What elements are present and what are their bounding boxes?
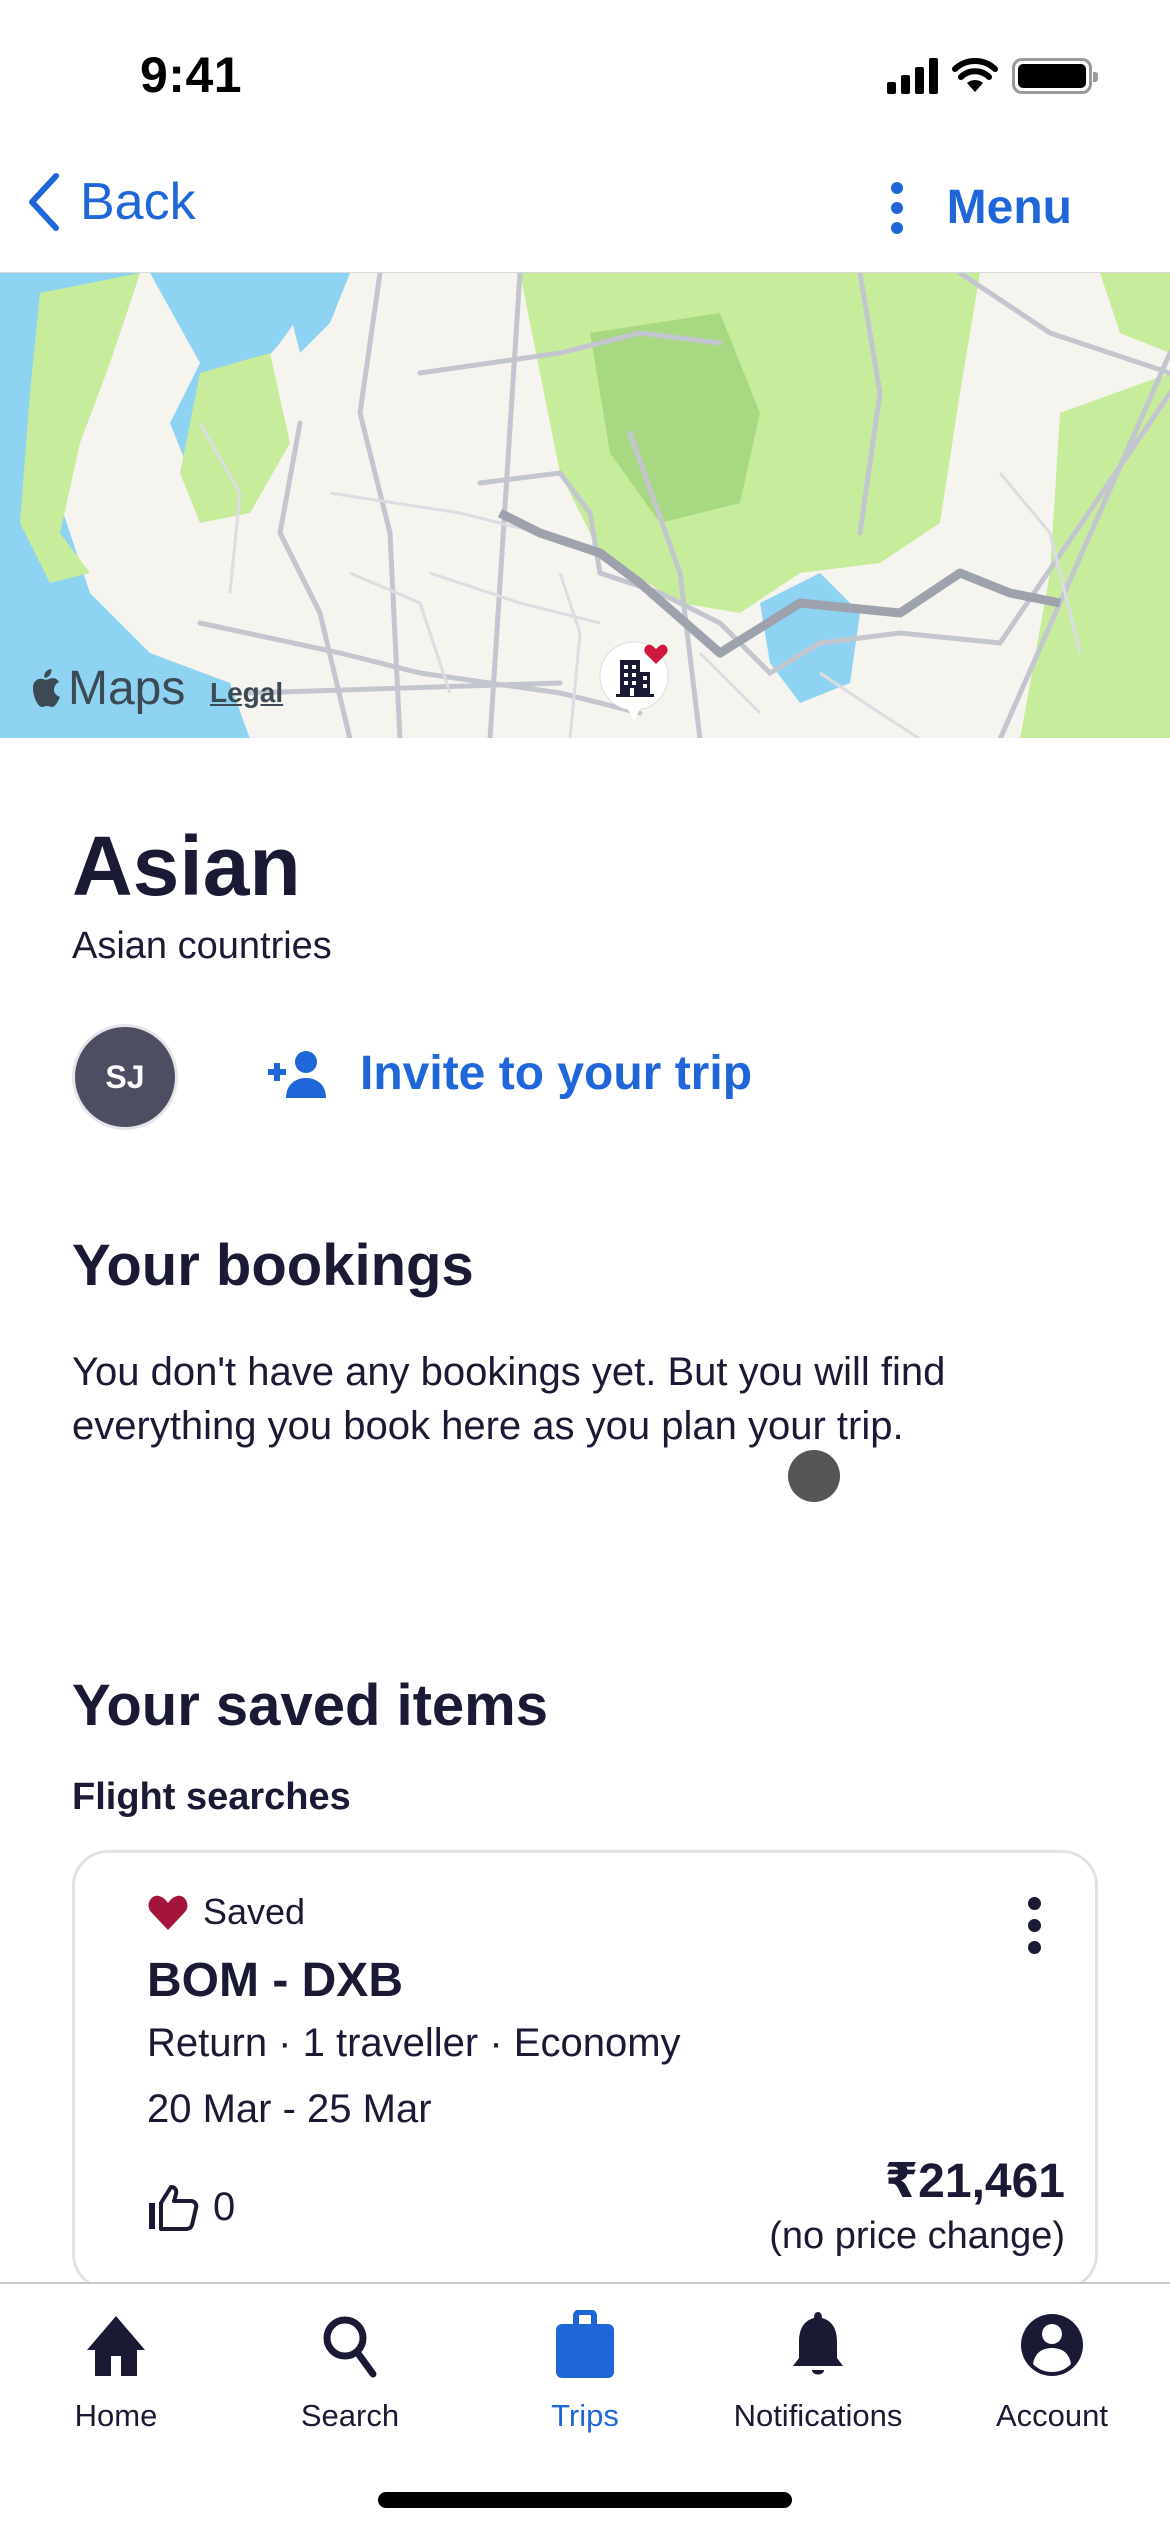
card-more-options-icon[interactable] [1028,1897,1041,1954]
status-icons [887,58,1098,94]
navigation-bar: Back Menu [0,150,1170,272]
menu-button[interactable]: Menu [890,180,1072,235]
account-icon [1021,2314,1083,2376]
trip-map[interactable]: Maps Legal [0,272,1170,738]
hotel-map-marker[interactable] [596,636,676,726]
flight-searches-label: Flight searches [72,1776,351,1818]
bookings-empty-text: You don't have any bookings yet. But you… [72,1350,946,1448]
map-legal-link[interactable]: Legal [210,677,283,709]
traveller-avatar[interactable]: SJ [72,1024,178,1130]
flight-dates: 20 Mar - 25 Mar [147,2087,432,2131]
add-person-icon [268,1050,326,1098]
tab-account-label: Account [995,2398,1108,2433]
saved-status-label: Saved [203,1891,306,1932]
tab-trips[interactable]: Trips [485,2310,685,2434]
suitcase-icon [556,2310,614,2378]
back-button[interactable]: Back [26,172,196,232]
chevron-left-icon [29,173,59,231]
thumbs-up-icon [149,2185,199,2231]
tab-home[interactable]: Home [16,2310,216,2434]
saved-flight-card[interactable]: Saved BOM - DXB Return · 1 traveller · E… [72,1850,1098,2290]
flight-price: ₹21,461 [884,2155,1065,2208]
saved-items-heading: Your saved items [72,1673,549,1738]
flight-route: BOM - DXB [147,1954,403,2007]
trip-subtitle: Asian countries [72,925,332,967]
tab-search[interactable]: Search [250,2310,450,2434]
flight-details: Return · 1 traveller · Economy [147,2021,681,2065]
invite-to-trip-button[interactable]: Invite to your trip [268,1046,752,1101]
status-time: 9:41 [140,47,243,103]
touch-indicator [788,1450,840,1502]
tab-notifications-label: Notifications [733,2398,903,2433]
like-count: 0 [213,2184,236,2229]
bell-icon [793,2312,843,2375]
like-button[interactable]: 0 [147,2183,235,2231]
apple-logo-icon [33,668,60,707]
home-icon [87,2316,145,2376]
heart-filled-icon [148,1895,188,1930]
trip-title: Asian [72,819,301,913]
tab-account[interactable]: Account [952,2310,1152,2434]
tab-trips-label: Trips [551,2398,619,2433]
tab-notifications[interactable]: Notifications [718,2310,918,2434]
home-indicator [378,2492,792,2508]
menu-label: Menu [946,181,1072,234]
maps-brand: Maps [68,662,186,715]
more-vertical-icon [890,181,903,234]
invite-label: Invite to your trip [360,1047,753,1100]
tab-home-label: Home [74,2398,158,2433]
cellular-signal-icon [887,58,938,94]
apple-maps-logo: Maps [28,661,185,716]
search-icon [323,2316,377,2378]
tab-search-label: Search [300,2398,400,2433]
status-bar: 9:41 [0,0,1170,150]
bookings-heading: Your bookings [72,1233,474,1298]
wifi-icon [952,58,998,92]
saved-status: Saved [147,1891,305,1933]
back-label: Back [80,173,196,231]
price-change-note: (no price change) [769,2215,1065,2257]
battery-icon [1012,58,1098,94]
